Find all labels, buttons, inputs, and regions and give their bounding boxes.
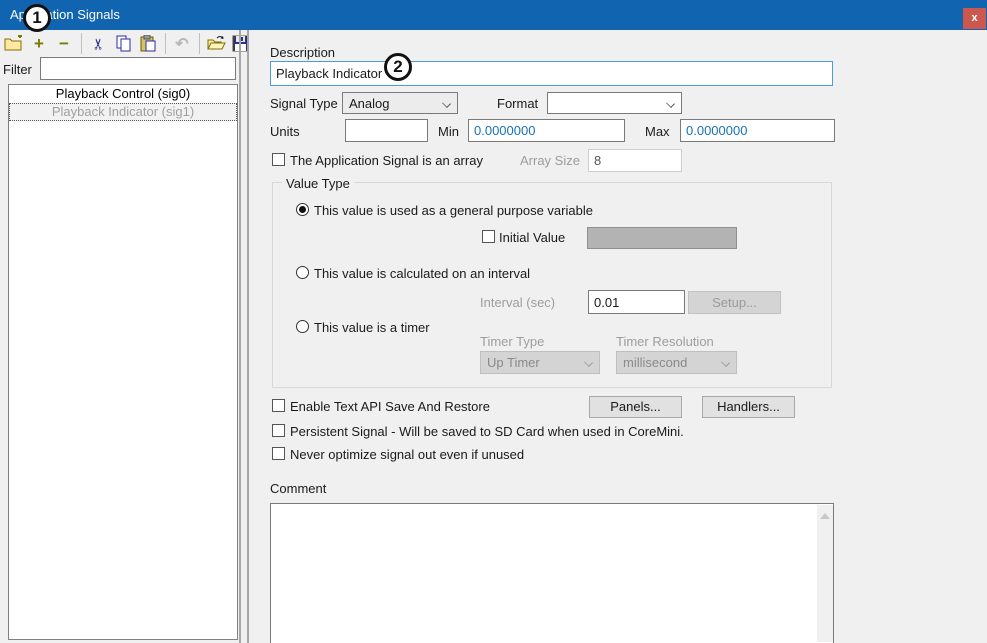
list-item-playback-control[interactable]: Playback Control (sig0): [9, 85, 237, 103]
comment-scrollbar[interactable]: [817, 505, 833, 642]
persistent-signal-checkbox-label: Persistent Signal - Will be saved to SD …: [290, 424, 684, 439]
interval-input[interactable]: [588, 290, 685, 314]
never-optimize-checkbox-label: Never optimize signal out even if unused: [290, 447, 524, 462]
timer-type-label: Timer Type: [480, 334, 544, 349]
text-api-checkbox[interactable]: [272, 399, 285, 412]
initial-value-checkbox[interactable]: [482, 230, 495, 243]
value-type-group-label: Value Type: [282, 176, 354, 191]
scroll-up-icon: [820, 513, 830, 519]
signal-type-dropdown[interactable]: Analog: [342, 92, 458, 114]
panels-button[interactable]: Panels...: [589, 396, 682, 418]
description-input[interactable]: [270, 61, 833, 86]
array-size-input[interactable]: [588, 149, 682, 172]
max-input[interactable]: [680, 119, 835, 142]
array-size-label: Array Size: [520, 153, 580, 168]
toolbar-separator: [81, 33, 82, 54]
filter-input[interactable]: [40, 57, 236, 80]
text-api-checkbox-label: Enable Text API Save And Restore: [290, 399, 490, 414]
radio-timer[interactable]: [296, 320, 309, 333]
radio-calculated-interval[interactable]: [296, 266, 309, 279]
max-label: Max: [645, 124, 670, 139]
title-bar: Application Signals: [0, 0, 987, 30]
radio-general-purpose-label: This value is used as a general purpose …: [314, 203, 593, 218]
radio-timer-label: This value is a timer: [314, 320, 430, 335]
chevron-down-icon: [584, 358, 593, 367]
chevron-down-icon: [721, 358, 730, 367]
initial-value-label: Initial Value: [499, 230, 565, 245]
add-signal-file-icon: [4, 35, 24, 52]
min-input[interactable]: [468, 119, 625, 142]
add-signal-button[interactable]: +: [29, 34, 49, 54]
array-checkbox-label: The Application Signal is an array: [290, 153, 483, 168]
open-file-button[interactable]: [206, 34, 226, 54]
annotation-circle-1: 1: [23, 4, 51, 32]
radio-general-purpose[interactable]: [296, 203, 309, 216]
paste-icon: [139, 35, 157, 52]
signal-type-value: Analog: [349, 96, 389, 111]
panel-divider: [239, 30, 241, 643]
units-label: Units: [270, 124, 300, 139]
setup-button[interactable]: Setup...: [688, 291, 781, 314]
comment-label: Comment: [270, 481, 326, 496]
timer-resolution-value: millisecond: [623, 355, 687, 370]
min-label: Min: [438, 124, 459, 139]
toolbar: + − ✂: [4, 31, 256, 56]
initial-value-input: [587, 227, 737, 249]
description-label: Description: [270, 45, 335, 60]
cut-icon: ✂: [89, 37, 107, 50]
copy-icon: [114, 35, 132, 52]
cut-button[interactable]: ✂: [88, 34, 108, 54]
undo-icon: ↶: [175, 34, 188, 54]
copy-button[interactable]: [113, 34, 133, 54]
array-checkbox[interactable]: [272, 153, 285, 166]
chevron-down-icon: [442, 99, 451, 108]
undo-button[interactable]: ↶: [172, 34, 192, 54]
units-input[interactable]: [345, 119, 428, 142]
chevron-down-icon: [666, 99, 675, 108]
timer-type-value: Up Timer: [487, 355, 540, 370]
close-button[interactable]: x: [963, 8, 986, 29]
radio-calculated-interval-label: This value is calculated on an interval: [314, 266, 530, 281]
add-signal-file-button[interactable]: [4, 34, 24, 54]
annotation-circle-2: 2: [384, 53, 412, 81]
toolbar-separator: [165, 33, 166, 54]
toolbar-separator: [199, 33, 200, 54]
remove-signal-icon: −: [59, 35, 69, 53]
splitter-handle[interactable]: [247, 30, 249, 643]
timer-type-dropdown: Up Timer: [480, 351, 600, 374]
interval-label: Interval (sec): [480, 295, 555, 310]
handlers-button[interactable]: Handlers...: [702, 396, 795, 418]
comment-textarea[interactable]: [270, 503, 834, 643]
filter-label: Filter: [3, 62, 32, 77]
remove-signal-button[interactable]: −: [54, 34, 74, 54]
signal-type-label: Signal Type: [270, 96, 338, 111]
add-signal-icon: +: [34, 35, 44, 53]
format-label: Format: [497, 96, 538, 111]
timer-resolution-dropdown: millisecond: [616, 351, 737, 374]
paste-button[interactable]: [138, 34, 158, 54]
format-dropdown[interactable]: [547, 92, 682, 114]
persistent-signal-checkbox[interactable]: [272, 424, 285, 437]
application-signals-window: Application Signals x + − ✂: [0, 0, 987, 643]
list-item-playback-indicator[interactable]: Playback Indicator (sig1): [9, 103, 237, 121]
never-optimize-checkbox[interactable]: [272, 447, 285, 460]
timer-resolution-label: Timer Resolution: [616, 334, 714, 349]
open-file-icon: [206, 35, 226, 52]
signal-list[interactable]: Playback Control (sig0) Playback Indicat…: [8, 84, 238, 640]
